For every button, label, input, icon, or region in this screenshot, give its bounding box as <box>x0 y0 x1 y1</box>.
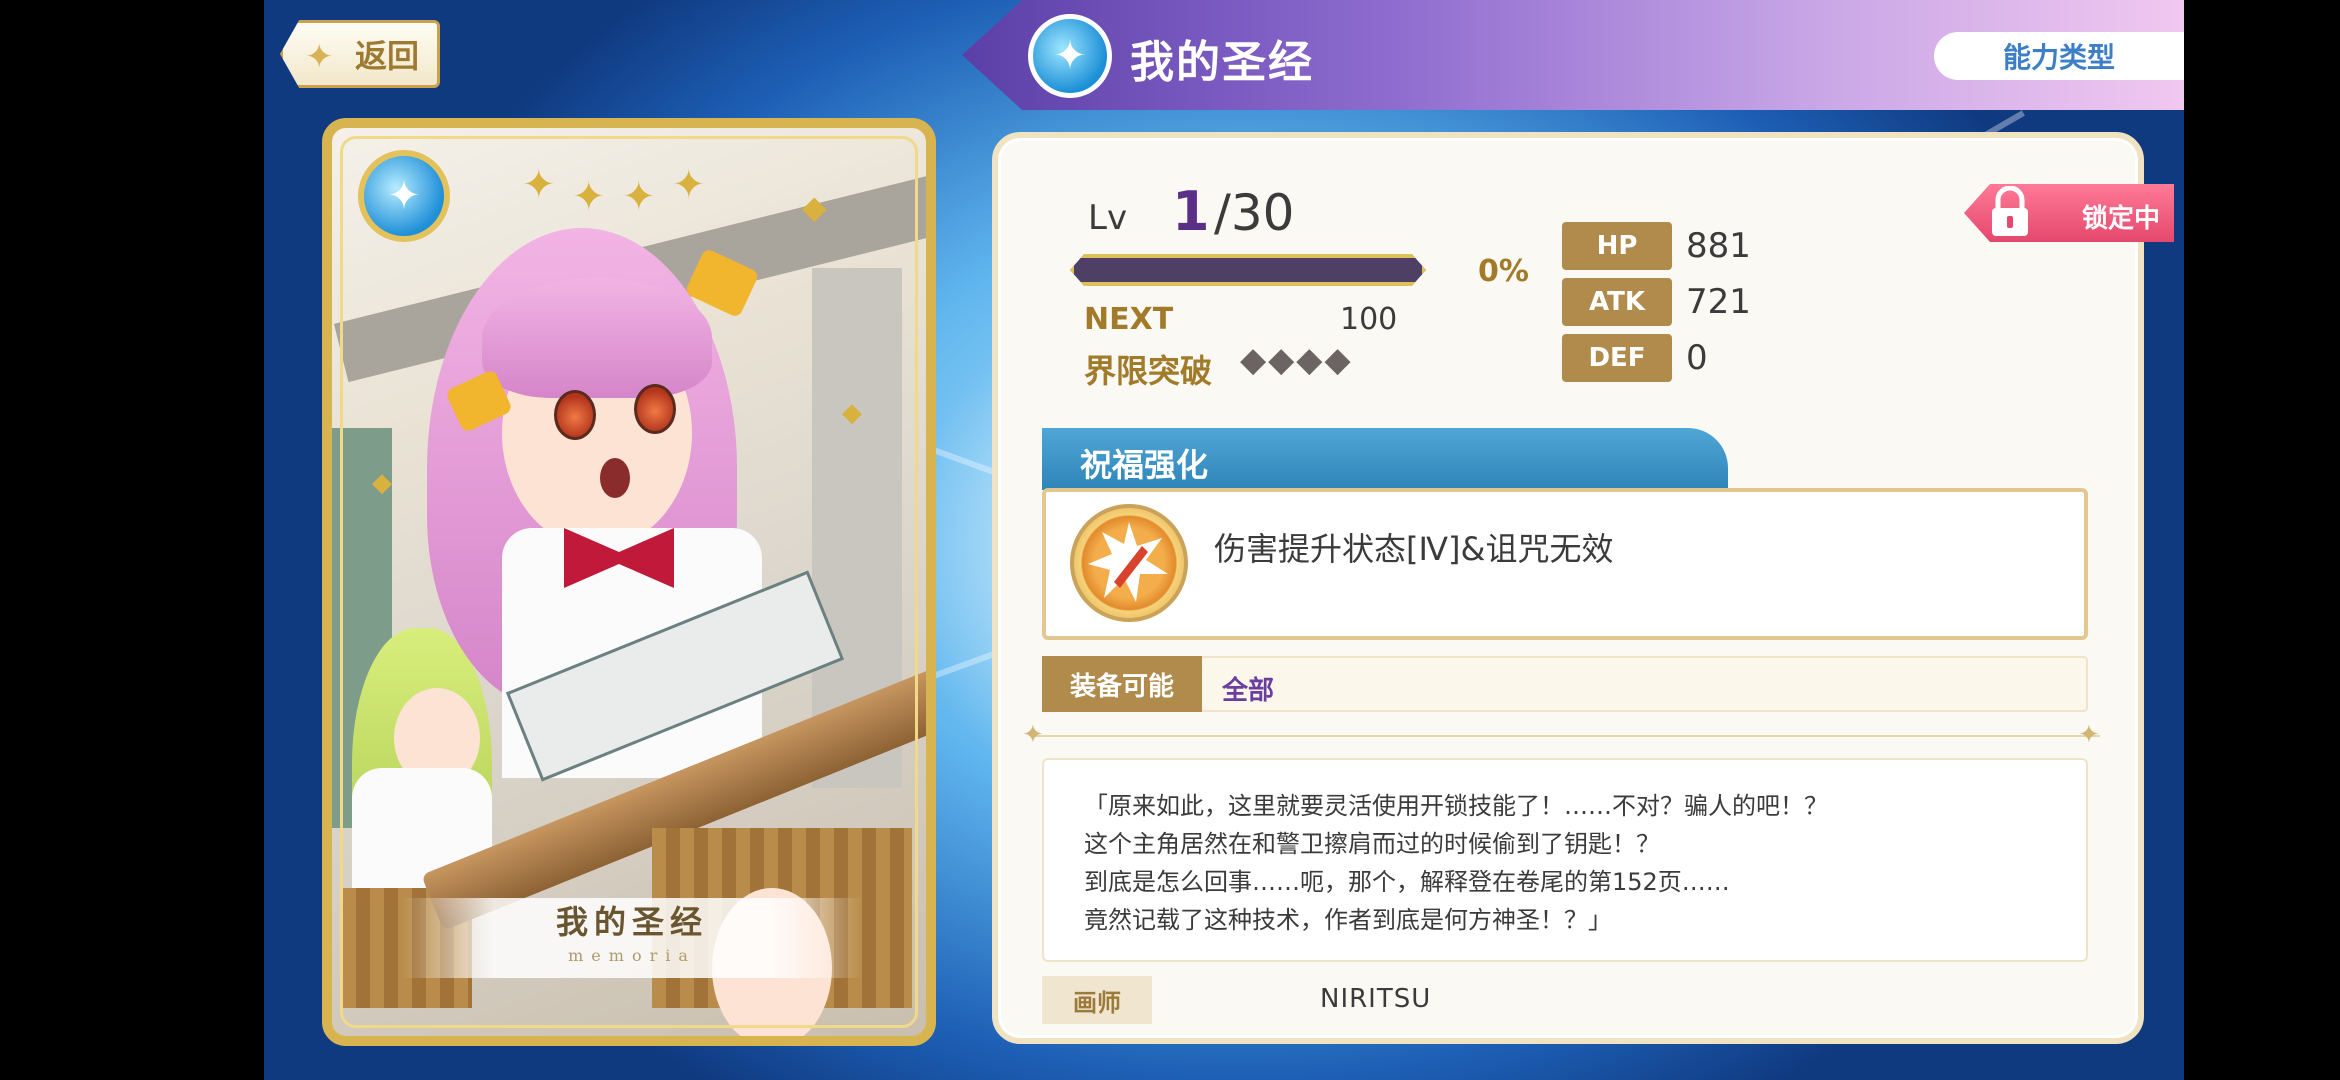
level-max: /30 <box>1214 184 1295 242</box>
stat-hp-label: HP <box>1562 222 1672 270</box>
back-label: 返回 <box>354 37 419 75</box>
lock-label: 锁定中 <box>2082 204 2161 234</box>
sparkle-icon: ✦ <box>572 174 606 220</box>
divider-star-icon: ✦ <box>2078 720 2100 750</box>
card-subtitle: memoria <box>568 946 696 965</box>
back-button[interactable]: ✦ 返回 <box>280 20 440 88</box>
card-frame <box>340 136 918 1028</box>
equip-label: 装备可能 <box>1042 656 1202 712</box>
next-value: 100 <box>1340 302 1398 337</box>
stat-def-label: DEF <box>1562 334 1672 382</box>
next-label: NEXT <box>1084 302 1174 337</box>
artist-label: 画师 <box>1042 976 1152 1024</box>
level-current: 1 <box>1172 180 1210 243</box>
limit-break-label: 界限突破 <box>1084 352 1213 390</box>
page-title: 我的圣经 <box>1130 37 1314 88</box>
magic-attribute-icon: ✦ <box>358 150 450 242</box>
level-label: Lv <box>1088 198 1128 238</box>
artist-name: NIRITSU <box>1320 984 1432 1014</box>
sparkle-icon: ✦ <box>672 162 706 208</box>
blessing-title: 祝福强化 <box>1080 446 1209 484</box>
sparkle-icon: ◆ <box>842 398 862 428</box>
blessing-skill-icon[interactable] <box>1070 504 1188 622</box>
lock-icon <box>1992 186 2028 236</box>
memoria-card: ✦ ✦ ✦ ✦ ✦ ◆ ◆ ◆ 我的圣经 memoria <box>322 118 936 1046</box>
burst-sword-icon <box>1088 522 1168 602</box>
card-name: 我的圣经 <box>555 903 708 941</box>
description-line: 这个主角居然在和警卫擦肩而过的时候偷到了钥匙！？ <box>1084 830 1660 858</box>
exp-progress-bar <box>1070 254 1426 286</box>
blessing-effect: 伤害提升状态[Ⅳ]&诅咒无效 <box>1214 530 1614 568</box>
sparkle-icon: ✦ <box>622 174 656 220</box>
sparkle-icon: ◆ <box>802 188 827 226</box>
stat-def-value: 0 <box>1686 338 1708 378</box>
magic-attribute-icon: ✦ <box>1028 14 1112 98</box>
description-line: 到底是怎么回事……呃，那个，解释登在卷尾的第152页…… <box>1084 868 1730 896</box>
ability-type-button[interactable]: 能力类型 <box>1934 32 2184 80</box>
divider-star-icon: ✦ <box>1022 720 1044 750</box>
sparkle-icon: ◆ <box>372 468 392 498</box>
stat-atk-label: ATK <box>1562 278 1672 326</box>
exp-percent: 0% <box>1478 254 1529 289</box>
stat-hp-value: 881 <box>1686 226 1751 266</box>
stat-atk-value: 721 <box>1686 282 1751 322</box>
sparkle-icon: ✦ <box>522 162 556 208</box>
description-line: 「原来如此，这里就要灵活使用开锁技能了！……不对？骗人的吧！？ <box>1084 792 1828 820</box>
card-name-plate: 我的圣经 memoria <box>402 898 862 978</box>
section-divider <box>1030 735 2100 737</box>
description-line: 竟然记载了这种技术，作者到底是何方神圣！？」 <box>1084 906 1612 934</box>
star-icon: ✦ <box>305 37 334 77</box>
limit-break-marks: ◆◆◆◆ <box>1240 340 1353 380</box>
equip-value: 全部 <box>1222 676 1275 706</box>
